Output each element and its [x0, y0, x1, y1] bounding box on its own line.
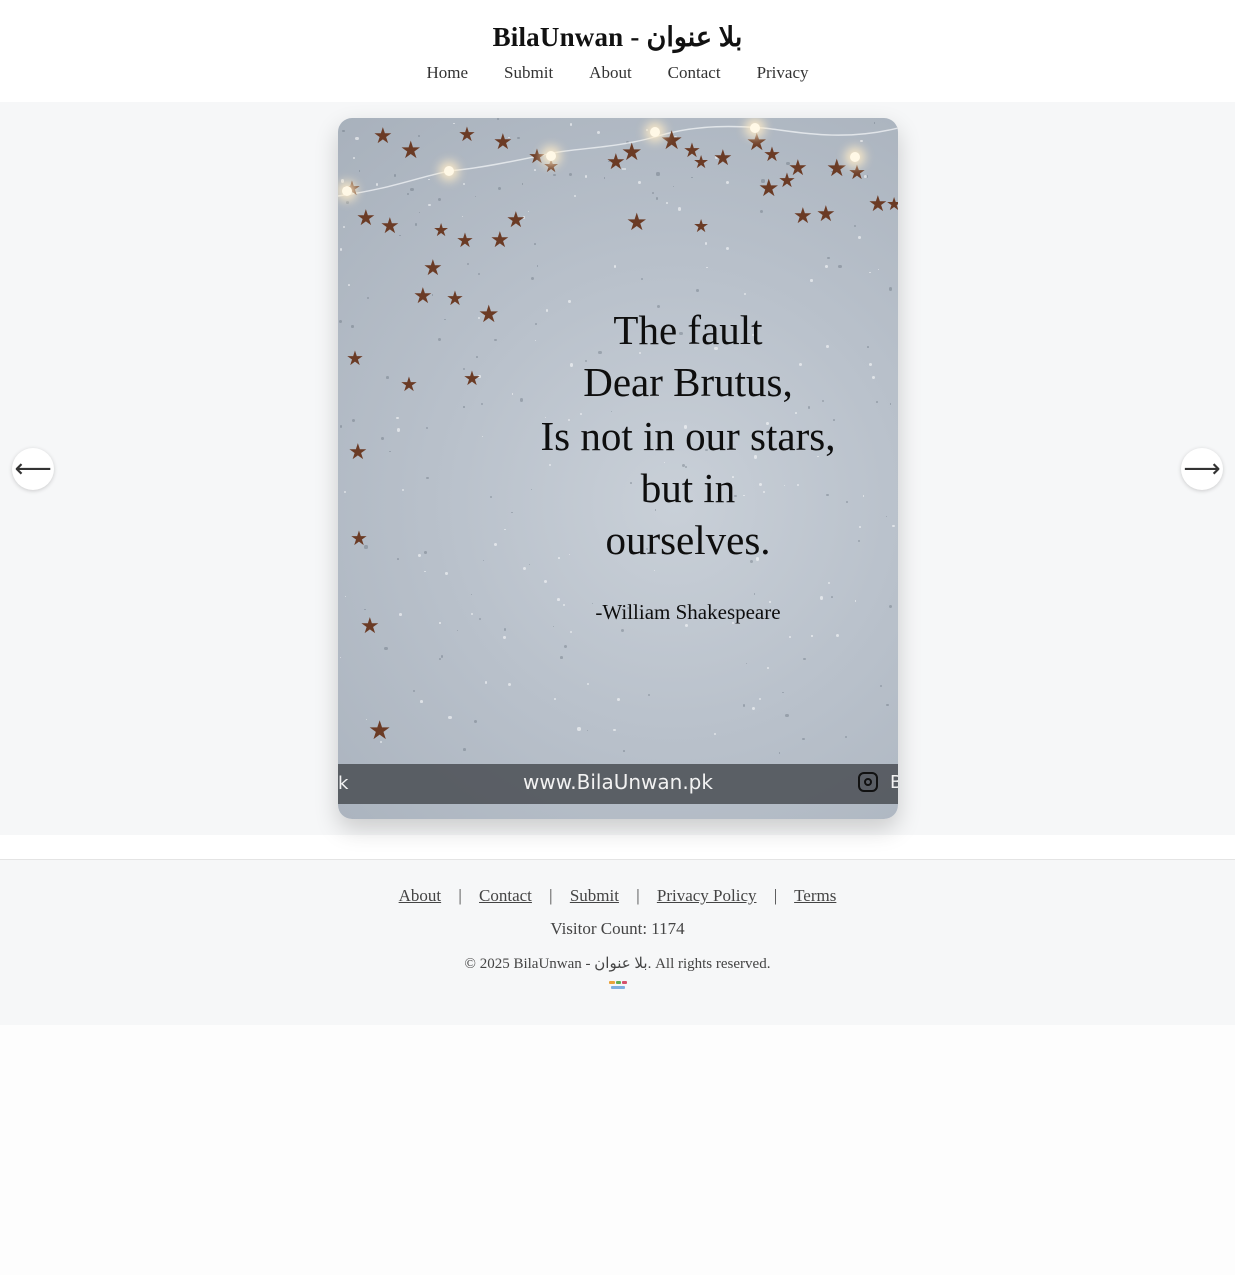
quote-line: The fault [613, 307, 763, 353]
quote-line: ourselves. [605, 517, 771, 564]
watermark-fragment: B [890, 772, 898, 793]
light-bulb [650, 127, 660, 137]
footer-link-about[interactable]: About [399, 886, 442, 905]
quote-text: The fault Dear Brutus, Is not in our sta… [523, 304, 853, 623]
visitor-count: Visitor Count: 1174 [550, 919, 685, 938]
quote-image-card[interactable]: ★ ★ ★ ★ ★ ★ ★ ★ ★ ★ ★ ★ ★ ★ ★ ★ ★ ★ ★ ★ ★ ★ ★ ★ ★ ★ ★ ★ ★ ★ ★ ★ ★ ★ ★ ★ ★ ★ ★ ★… [338, 118, 898, 819]
quote-line: but in [640, 465, 736, 512]
light-bulb [850, 152, 860, 162]
arrow-left-icon: ⟵ [14, 454, 52, 484]
nav-about[interactable]: About [589, 63, 632, 83]
quote-author: -William Shakespeare [595, 600, 781, 625]
main-nav: Home Submit About Contact Privacy [0, 63, 1235, 83]
nav-home[interactable]: Home [427, 63, 469, 83]
image-gallery: ⟵ ★ ★ ★ ★ ★ ★ ★ ★ ★ ★ ★ ★ ★ ★ ★ ★ ★ ★ ★ ★ ★ ★ ★ ★ ★ ★ ★ ★ ★ ★ ★ ★ ★ ★ ★ ★ ★ ★… [0, 102, 1235, 835]
nav-submit[interactable]: Submit [504, 63, 553, 83]
footer-links: About | Contact | Submit | Privacy Polic… [0, 860, 1235, 906]
light-bulb [750, 123, 760, 133]
instagram-icon [858, 772, 878, 792]
next-button[interactable]: ⟶ [1181, 448, 1223, 490]
site-title[interactable]: BilaUnwan - بلا عنوان [0, 0, 1235, 53]
quote-line: Dear Brutus, [583, 359, 793, 406]
quote-line: Is not in our stars, [540, 413, 836, 460]
footer-link-contact[interactable]: Contact [479, 886, 532, 905]
footer-separator: | [636, 886, 640, 905]
prev-button[interactable]: ⟵ [12, 448, 54, 490]
light-bulb [546, 151, 556, 161]
footer-separator: | [549, 886, 553, 905]
nav-privacy[interactable]: Privacy [757, 63, 809, 83]
footer-link-terms[interactable]: Terms [794, 886, 836, 905]
section-spacer [0, 835, 1235, 859]
light-bulb [444, 166, 454, 176]
light-bulb [342, 186, 352, 196]
copyright: © 2025 BilaUnwan - بلا عنوان. All rights… [464, 956, 771, 972]
footer-separator: | [458, 886, 462, 905]
website-watermark: www.BilaUnwan.pk [523, 770, 713, 794]
arrow-right-icon: ⟶ [1183, 454, 1221, 484]
site-footer: About | Contact | Submit | Privacy Polic… [0, 859, 1235, 1025]
footer-link-submit[interactable]: Submit [570, 886, 619, 905]
nav-contact[interactable]: Contact [668, 63, 721, 83]
footer-logo [608, 981, 627, 993]
card-watermark-band: k www.BilaUnwan.pk B [338, 764, 898, 804]
footer-separator: | [773, 886, 778, 905]
site-header: BilaUnwan - بلا عنوان Home Submit About … [0, 0, 1235, 102]
footer-link-privacy-policy[interactable]: Privacy Policy [657, 886, 757, 905]
